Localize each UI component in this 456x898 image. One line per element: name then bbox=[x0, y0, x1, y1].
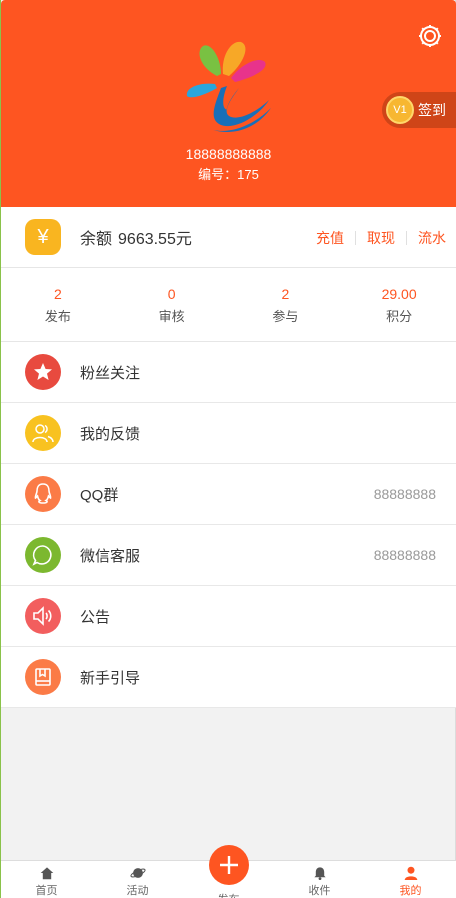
menu-item-beginner-guide[interactable]: 新手引导 bbox=[1, 647, 456, 708]
wechat-service-number: 88888888 bbox=[373, 547, 436, 563]
user-icon bbox=[404, 866, 417, 880]
menu-label: 粉丝关注 bbox=[80, 364, 141, 382]
user-phone: 18888888888 bbox=[185, 146, 272, 162]
bottom-nav: 首页 活动 发布 收件 我的 bbox=[1, 845, 456, 898]
menu-item-feedback[interactable]: 我的反馈 bbox=[1, 403, 456, 464]
wechat-icon bbox=[25, 537, 61, 573]
users-icon bbox=[25, 415, 61, 451]
stat-label: 参与 bbox=[272, 309, 299, 324]
transactions-link[interactable]: 流水 bbox=[406, 230, 446, 245]
menu-label: QQ群 bbox=[80, 486, 119, 504]
withdraw-link[interactable]: 取现 bbox=[355, 230, 406, 245]
balance-info: 余额 9663.55元 bbox=[80, 225, 192, 249]
yen-icon: ¥ bbox=[25, 219, 61, 255]
menu-item-qq-group[interactable]: QQ群 88888888 bbox=[1, 464, 456, 525]
stat-reviewing[interactable]: 0 审核 bbox=[115, 268, 229, 341]
nav-home[interactable]: 首页 bbox=[1, 861, 92, 898]
stat-label: 发布 bbox=[44, 309, 71, 324]
qq-icon bbox=[25, 476, 61, 512]
level-badge: V1 bbox=[386, 96, 414, 124]
settings-gear-icon[interactable] bbox=[416, 22, 444, 50]
profile-header: 18888888888 编号：175 V1 签到 bbox=[1, 0, 456, 207]
menu-label: 公告 bbox=[80, 608, 111, 626]
stat-value: 0 bbox=[167, 286, 176, 302]
menu-item-wechat-service[interactable]: 微信客服 88888888 bbox=[1, 525, 456, 586]
stats-row: 2 发布 0 审核 2 参与 29.00 积分 bbox=[1, 268, 456, 342]
home-icon bbox=[40, 867, 53, 880]
stat-value: 2 bbox=[281, 286, 290, 302]
stat-published[interactable]: 2 发布 bbox=[1, 268, 115, 341]
nav-label: 发布 bbox=[218, 891, 240, 898]
checkin-button[interactable]: V1 签到 bbox=[382, 92, 456, 128]
balance-amount: 9663.55元 bbox=[118, 231, 192, 248]
stat-participated[interactable]: 2 参与 bbox=[229, 268, 343, 341]
recharge-link[interactable]: 充值 bbox=[305, 231, 355, 245]
stat-label: 积分 bbox=[386, 309, 413, 324]
nav-activity[interactable]: 活动 bbox=[92, 861, 183, 898]
menu-label: 我的反馈 bbox=[80, 425, 141, 443]
speaker-icon bbox=[25, 598, 61, 634]
checkin-label: 签到 bbox=[418, 102, 446, 118]
nav-inbox[interactable]: 收件 bbox=[274, 861, 365, 898]
nav-label: 首页 bbox=[35, 885, 58, 897]
nav-mine[interactable]: 我的 bbox=[365, 861, 456, 898]
plus-icon bbox=[208, 845, 249, 885]
stat-value: 2 bbox=[53, 286, 62, 302]
nav-publish[interactable]: 发布 bbox=[183, 845, 274, 898]
balance-label: 余额 bbox=[80, 231, 113, 248]
bell-icon bbox=[313, 867, 326, 880]
menu-item-fans[interactable]: 粉丝关注 bbox=[1, 342, 456, 403]
member-number: 编号：175 bbox=[198, 167, 259, 182]
stat-label: 审核 bbox=[158, 309, 185, 324]
menu-item-announcement[interactable]: 公告 bbox=[1, 586, 456, 647]
balance-actions: 充值 取现 流水 bbox=[305, 207, 446, 268]
star-icon bbox=[25, 354, 61, 390]
app-logo bbox=[186, 41, 271, 132]
nav-label: 活动 bbox=[126, 885, 149, 897]
planet-icon bbox=[129, 868, 146, 878]
menu-label: 微信客服 bbox=[80, 547, 141, 565]
nav-label: 我的 bbox=[399, 885, 422, 897]
balance-row: ¥ 余额 9663.55元 充值 取现 流水 bbox=[1, 207, 456, 268]
book-icon bbox=[25, 659, 61, 695]
stat-points[interactable]: 29.00 积分 bbox=[342, 268, 456, 341]
stat-value: 29.00 bbox=[381, 286, 417, 302]
menu-list: 粉丝关注 我的反馈 QQ群 88888888 微信客服 88888888 公告 … bbox=[1, 342, 456, 708]
nav-label: 收件 bbox=[308, 885, 331, 897]
app-screen: 18888888888 编号：175 V1 签到 ¥ 余额 9663.55元 充值… bbox=[0, 0, 456, 898]
qq-group-number: 88888888 bbox=[373, 486, 436, 502]
menu-label: 新手引导 bbox=[80, 669, 141, 687]
